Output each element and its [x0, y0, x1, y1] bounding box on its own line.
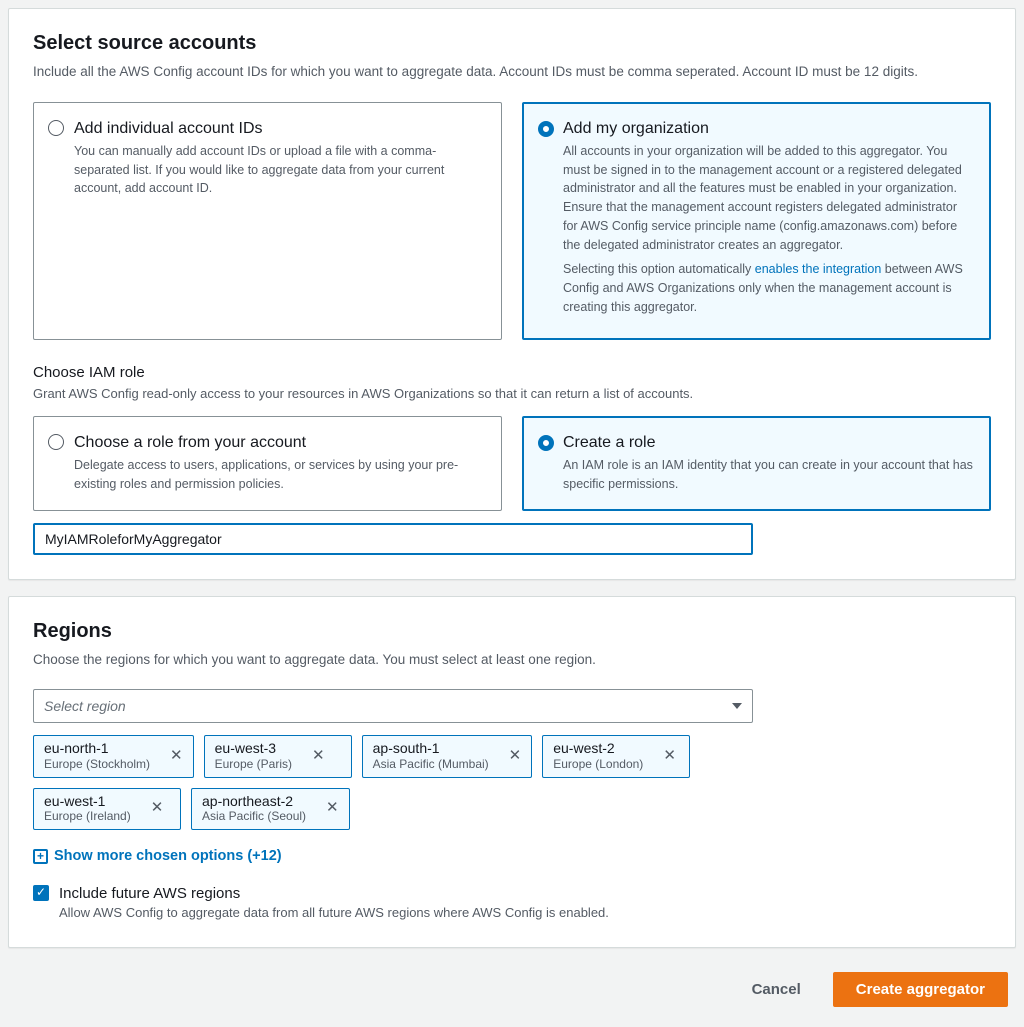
regions-panel: Regions Choose the regions for which you…: [8, 596, 1016, 949]
chevron-down-icon: [732, 703, 742, 709]
radio-icon: [538, 121, 554, 137]
region-name: Europe (London): [553, 757, 643, 771]
radio-icon: [48, 120, 64, 136]
radio-icon: [48, 434, 64, 450]
option-title: Choose a role from your account: [74, 431, 485, 454]
region-token: ap-northeast-2Asia Pacific (Seoul) ✕: [191, 788, 350, 830]
region-code: ap-northeast-2: [202, 793, 306, 810]
option-desc: An IAM role is an IAM identity that you …: [563, 456, 974, 494]
region-token: ap-south-1Asia Pacific (Mumbai) ✕: [362, 735, 533, 777]
region-token: eu-west-3Europe (Paris) ✕: [204, 735, 352, 777]
option-title: Add my organization: [563, 117, 974, 140]
iam-role-name-input[interactable]: [33, 523, 753, 555]
remove-region-icon[interactable]: ✕: [507, 745, 524, 767]
region-token: eu-north-1Europe (Stockholm) ✕: [33, 735, 194, 777]
show-more-options-link[interactable]: + Show more chosen options (+12): [33, 846, 282, 867]
radio-icon: [538, 435, 554, 451]
region-code: eu-west-2: [553, 740, 643, 757]
region-code: eu-west-1: [44, 793, 131, 810]
footer-actions: Cancel Create aggregator: [8, 964, 1016, 1019]
source-accounts-title: Select source accounts: [33, 29, 991, 58]
include-future-title: Include future AWS regions: [59, 883, 609, 905]
region-token-row: eu-west-1Europe (Ireland)✕ap-northeast-2…: [33, 788, 991, 830]
region-name: Asia Pacific (Mumbai): [373, 757, 489, 771]
region-token: eu-west-1Europe (Ireland) ✕: [33, 788, 181, 830]
option-title: Add individual account IDs: [74, 117, 485, 140]
remove-region-icon[interactable]: ✕: [324, 797, 341, 819]
option-desc: Delegate access to users, applications, …: [74, 456, 485, 494]
remove-region-icon[interactable]: ✕: [310, 745, 327, 767]
region-code: eu-west-3: [215, 740, 292, 757]
region-token: eu-west-2Europe (London) ✕: [542, 735, 690, 777]
iam-role-desc: Grant AWS Config read-only access to you…: [33, 385, 991, 404]
region-code: ap-south-1: [373, 740, 489, 757]
iam-role-label: Choose IAM role: [33, 362, 991, 384]
option-desc: All accounts in your organization will b…: [563, 142, 974, 317]
cancel-button[interactable]: Cancel: [740, 973, 813, 1006]
region-name: Asia Pacific (Seoul): [202, 809, 306, 823]
source-accounts-desc: Include all the AWS Config account IDs f…: [33, 62, 991, 82]
remove-region-icon[interactable]: ✕: [661, 745, 678, 767]
option-create-role[interactable]: Create a role An IAM role is an IAM iden…: [522, 416, 991, 511]
enables-integration-link[interactable]: enables the integration: [755, 262, 881, 276]
region-select[interactable]: Select region: [33, 689, 753, 723]
region-select-placeholder: Select region: [44, 696, 126, 716]
region-code: eu-north-1: [44, 740, 150, 757]
option-choose-role[interactable]: Choose a role from your account Delegate…: [33, 416, 502, 511]
region-token-row: eu-north-1Europe (Stockholm)✕eu-west-3Eu…: [33, 735, 991, 777]
regions-title: Regions: [33, 617, 991, 646]
option-desc: You can manually add account IDs or uplo…: [74, 142, 485, 198]
region-name: Europe (Paris): [215, 757, 292, 771]
option-individual-accounts[interactable]: Add individual account IDs You can manua…: [33, 102, 502, 340]
include-future-desc: Allow AWS Config to aggregate data from …: [59, 904, 609, 923]
plus-icon: +: [33, 849, 48, 864]
remove-region-icon[interactable]: ✕: [149, 797, 166, 819]
option-title: Create a role: [563, 431, 974, 454]
regions-desc: Choose the regions for which you want to…: [33, 650, 991, 670]
source-accounts-panel: Select source accounts Include all the A…: [8, 8, 1016, 580]
include-future-regions-checkbox[interactable]: ✓ Include future AWS regions Allow AWS C…: [33, 883, 991, 924]
checkbox-checked-icon: ✓: [33, 885, 49, 901]
option-add-organization[interactable]: Add my organization All accounts in your…: [522, 102, 991, 340]
remove-region-icon[interactable]: ✕: [168, 745, 185, 767]
region-name: Europe (Stockholm): [44, 757, 150, 771]
region-name: Europe (Ireland): [44, 809, 131, 823]
create-aggregator-button[interactable]: Create aggregator: [833, 972, 1008, 1007]
